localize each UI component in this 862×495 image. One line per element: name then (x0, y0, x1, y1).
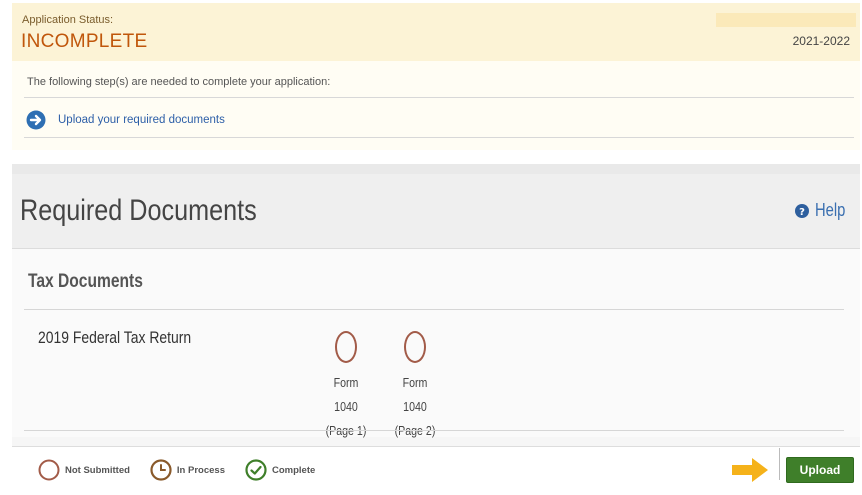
form-1040-page-1[interactable]: Form 1040 (Page 1) (316, 331, 376, 443)
legend-in-process: In Process (150, 459, 225, 481)
check-circle-icon (245, 459, 267, 481)
steps-intro: The following step(s) are needed to comp… (27, 76, 331, 88)
application-status-card: Application Status: INCOMPLETE 2021-2022… (12, 3, 860, 150)
legend-complete: Complete (245, 459, 315, 481)
svg-text:?: ? (799, 207, 805, 218)
help-link[interactable]: ? Help (794, 200, 852, 221)
form-page: (Page 1) (325, 424, 367, 438)
divider (24, 97, 854, 98)
form-label: Form 1040 (Page 1) (321, 371, 372, 443)
legend-not-submitted: Not Submitted (38, 459, 130, 481)
upload-documents-step-link[interactable]: Upload your required documents (26, 109, 225, 131)
status-legend: Not Submitted In Process Complete (38, 459, 335, 481)
award-year: 2021-2022 (792, 34, 850, 48)
status-label: Application Status: (22, 14, 114, 26)
status-header: Application Status: INCOMPLETE 2021-2022 (12, 3, 860, 61)
section-title: Tax Documents (28, 271, 143, 292)
required-documents-header: Required Documents ? Help (12, 174, 860, 249)
page-title: Required Documents (20, 194, 257, 227)
divider (24, 137, 854, 138)
form-name: Form 1040 (333, 376, 359, 414)
form-1040-page-2[interactable]: Form 1040 (Page 2) (385, 331, 445, 443)
panel-top-band (12, 164, 860, 174)
not-submitted-status-icon (335, 331, 357, 363)
document-name: 2019 Federal Tax Return (38, 328, 192, 347)
legend-label: Not Submitted (65, 464, 130, 476)
step-link-label: Upload your required documents (58, 114, 225, 126)
divider (779, 448, 780, 480)
not-submitted-status-icon (404, 331, 426, 363)
empty-circle-icon (38, 459, 60, 481)
divider (24, 309, 844, 310)
form-page: (Page 2) (394, 424, 436, 438)
tax-documents-section: Tax Documents 2019 Federal Tax Return Fo… (12, 249, 860, 438)
question-circle-icon: ? (794, 203, 809, 218)
form-label: Form 1040 (Page 2) (390, 371, 441, 443)
legend-label: In Process (176, 464, 225, 476)
divider (24, 430, 844, 431)
help-label: Help (814, 200, 846, 220)
clock-icon (150, 459, 172, 481)
upload-button[interactable]: Upload (786, 457, 854, 483)
arrow-right-icon (730, 457, 770, 483)
form-name: Form 1040 (402, 376, 428, 414)
year-strip (716, 13, 856, 27)
legend-label: Complete (271, 464, 316, 476)
status-value: INCOMPLETE (21, 31, 148, 52)
arrow-right-circle-icon (26, 110, 46, 130)
